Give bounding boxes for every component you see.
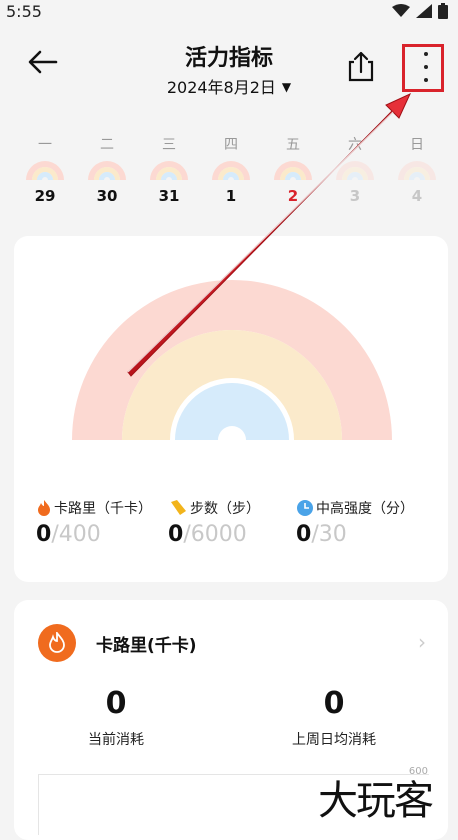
wifi-icon (392, 4, 410, 17)
mini-rings-icon (336, 161, 374, 180)
week-day-6: 六3 (330, 134, 380, 205)
mini-rings-icon (150, 161, 188, 180)
intensity-goal: /30 (311, 522, 347, 547)
activity-summary-card: 卡路里（千卡） 0/400 步数（步） 0/6000 中高强度（分） 0/30 (14, 236, 448, 582)
current-burn-label: 当前消耗 (88, 732, 144, 748)
caret-down-icon: ▼ (281, 80, 292, 94)
selected-date: 2024年8月2日 (166, 78, 276, 97)
chevron-right-icon[interactable]: › (418, 630, 426, 654)
annotation-highlight-box (402, 44, 444, 92)
calorie-badge-icon (38, 624, 76, 662)
day-number: 1 (225, 187, 237, 205)
lastweek-avg-value: 0 (323, 686, 345, 721)
lastweek-avg-stat: 0 上周日均消耗 (264, 686, 404, 749)
mini-rings-icon (26, 161, 64, 180)
date-picker[interactable]: 2024年8月2日 ▼ (0, 74, 458, 98)
day-number: 2 (287, 187, 299, 205)
weekday-label: 一 (38, 137, 52, 153)
status-bar: 5:55 (0, 0, 458, 24)
day-number: 29 (34, 187, 56, 205)
mini-rings-icon (212, 161, 250, 180)
day-number: 3 (349, 187, 361, 205)
page-title: 活力指标 (184, 46, 273, 71)
steps-value: 0 (168, 522, 184, 547)
mini-rings-icon (398, 161, 436, 180)
calorie-label: 卡路里（千卡） (54, 501, 152, 517)
steps-metric: 步数（步） 0/6000 (168, 498, 260, 547)
week-day-5[interactable]: 五2 (268, 134, 318, 205)
intensity-metric: 中高强度（分） 0/30 (296, 498, 414, 547)
day-number: 31 (158, 187, 180, 205)
app-header: 活力指标 2024年8月2日 ▼ (0, 34, 458, 104)
flame-icon (49, 632, 65, 653)
calorie-metric: 卡路里（千卡） 0/400 (36, 498, 152, 547)
calorie-goal: /400 (51, 522, 101, 547)
weekday-label: 四 (224, 137, 238, 153)
mini-rings-icon (88, 161, 126, 180)
week-day-4[interactable]: 四1 (206, 134, 256, 205)
status-time: 5:55 (6, 2, 42, 21)
steps-label: 步数（步） (190, 501, 260, 517)
week-day-7: 日4 (392, 134, 442, 205)
weekday-label: 二 (100, 137, 114, 153)
clock-icon (297, 500, 313, 516)
watermark-logo: 大玩客 (318, 778, 434, 824)
weekday-label: 日 (410, 137, 424, 153)
calorie-card-title: 卡路里(千卡) (96, 636, 197, 656)
system-icons (392, 3, 448, 19)
intensity-value: 0 (296, 522, 312, 547)
intensity-label: 中高强度（分） (316, 501, 414, 517)
week-day-3[interactable]: 三 31 (144, 134, 194, 205)
steps-goal: /6000 (183, 522, 247, 547)
weekday-label: 六 (348, 137, 362, 153)
week-strip: 一 29 二 30 三 31 四 1 五 2 六 3 日 4 (14, 134, 444, 214)
share-icon[interactable] (346, 50, 376, 82)
weekday-label: 五 (286, 137, 300, 153)
week-day-2[interactable]: 二 30 (82, 134, 132, 205)
lastweek-avg-label: 上周日均消耗 (292, 732, 376, 748)
activity-rings-chart (72, 280, 392, 440)
week-day-1[interactable]: 一 29 (20, 134, 70, 205)
current-burn-stat: 0 当前消耗 (46, 686, 186, 749)
mini-rings-icon (274, 161, 312, 180)
signal-icon (416, 4, 432, 18)
footprint-icon (171, 500, 186, 515)
current-burn-value: 0 (105, 686, 127, 721)
day-number: 30 (96, 187, 118, 205)
weekday-label: 三 (162, 137, 176, 153)
calorie-value: 0 (36, 522, 52, 547)
flame-icon (38, 500, 50, 516)
battery-icon (438, 3, 448, 19)
day-number: 4 (411, 187, 423, 205)
